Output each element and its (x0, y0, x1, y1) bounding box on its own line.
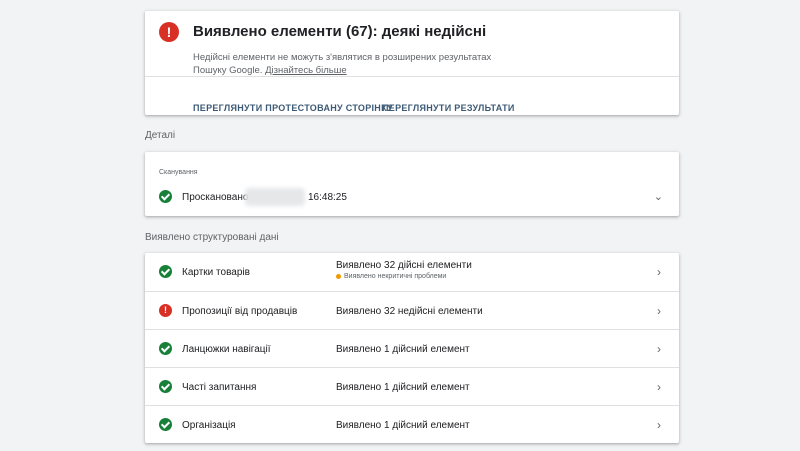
view-results-button[interactable]: ПЕРЕГЛЯНУТИ РЕЗУЛЬТАТИ (382, 103, 515, 113)
redacted-date (245, 188, 305, 206)
chevron-right-icon[interactable]: › (657, 265, 661, 279)
row-name: Пропозиції від продавців (182, 306, 298, 317)
structured-row-organization[interactable]: Організація Виявлено 1 дійсний елемент › (145, 405, 679, 443)
row-name: Картки товарів (182, 267, 250, 278)
details-section-label: Деталі (145, 130, 176, 141)
chevron-right-icon[interactable]: › (657, 418, 661, 432)
check-icon (159, 342, 172, 355)
check-icon (159, 418, 172, 431)
check-icon (159, 265, 172, 278)
summary-card: ! Виявлено елементи (67): деякі недійсні… (145, 11, 679, 115)
check-icon (159, 190, 172, 203)
structured-row-breadcrumbs[interactable]: Ланцюжки навігації Виявлено 1 дійсний ел… (145, 329, 679, 367)
summary-description: Недійсні елементи не можуть з'являтися в… (193, 51, 523, 77)
check-icon (159, 380, 172, 393)
divider (145, 76, 679, 77)
row-substatus-text: Виявлено некритичні проблеми (344, 273, 447, 280)
row-status: Виявлено 32 недійсні елементи (336, 306, 483, 317)
chevron-down-icon[interactable]: ⌄ (654, 190, 663, 203)
row-name: Ланцюжки навігації (182, 344, 271, 355)
structured-row-merchant-listings[interactable]: ! Пропозиції від продавців Виявлено 32 н… (145, 291, 679, 329)
summary-title: Виявлено елементи (67): деякі недійсні (193, 23, 487, 40)
structured-row-product-snippets[interactable]: Картки товарів Виявлено 32 дійсні елемен… (145, 253, 679, 291)
view-tested-page-button[interactable]: ПЕРЕГЛЯНУТИ ПРОТЕСТОВАНУ СТОРІНКУ (193, 103, 393, 113)
crawl-time: 16:48:25 (308, 192, 347, 203)
crawl-label: Сканування (159, 169, 198, 176)
row-name: Організація (182, 420, 236, 431)
chevron-right-icon[interactable]: › (657, 380, 661, 394)
crawled-text: Проскановано (182, 192, 249, 203)
chevron-right-icon[interactable]: › (657, 304, 661, 318)
learn-more-link[interactable]: Дізнайтесь більше (265, 65, 347, 76)
row-status: Виявлено 1 дійсний елемент (336, 344, 470, 355)
warning-dot-icon (336, 273, 341, 279)
row-substatus: Виявлено некритичні проблеми (336, 273, 446, 280)
structured-row-faq[interactable]: Часті запитання Виявлено 1 дійсний елеме… (145, 367, 679, 405)
structured-section-label: Виявлено структуровані дані (145, 232, 279, 243)
row-status: Виявлено 1 дійсний елемент (336, 420, 470, 431)
crawl-card[interactable]: Сканування Проскановано 16:48:25 ⌄ (145, 152, 679, 216)
row-status: Виявлено 1 дійсний елемент (336, 382, 470, 393)
row-name: Часті запитання (182, 382, 257, 393)
error-icon: ! (159, 22, 179, 42)
chevron-right-icon[interactable]: › (657, 342, 661, 356)
error-icon: ! (159, 304, 172, 317)
structured-data-card: Картки товарів Виявлено 32 дійсні елемен… (145, 253, 679, 443)
row-status: Виявлено 32 дійсні елементи (336, 260, 472, 271)
